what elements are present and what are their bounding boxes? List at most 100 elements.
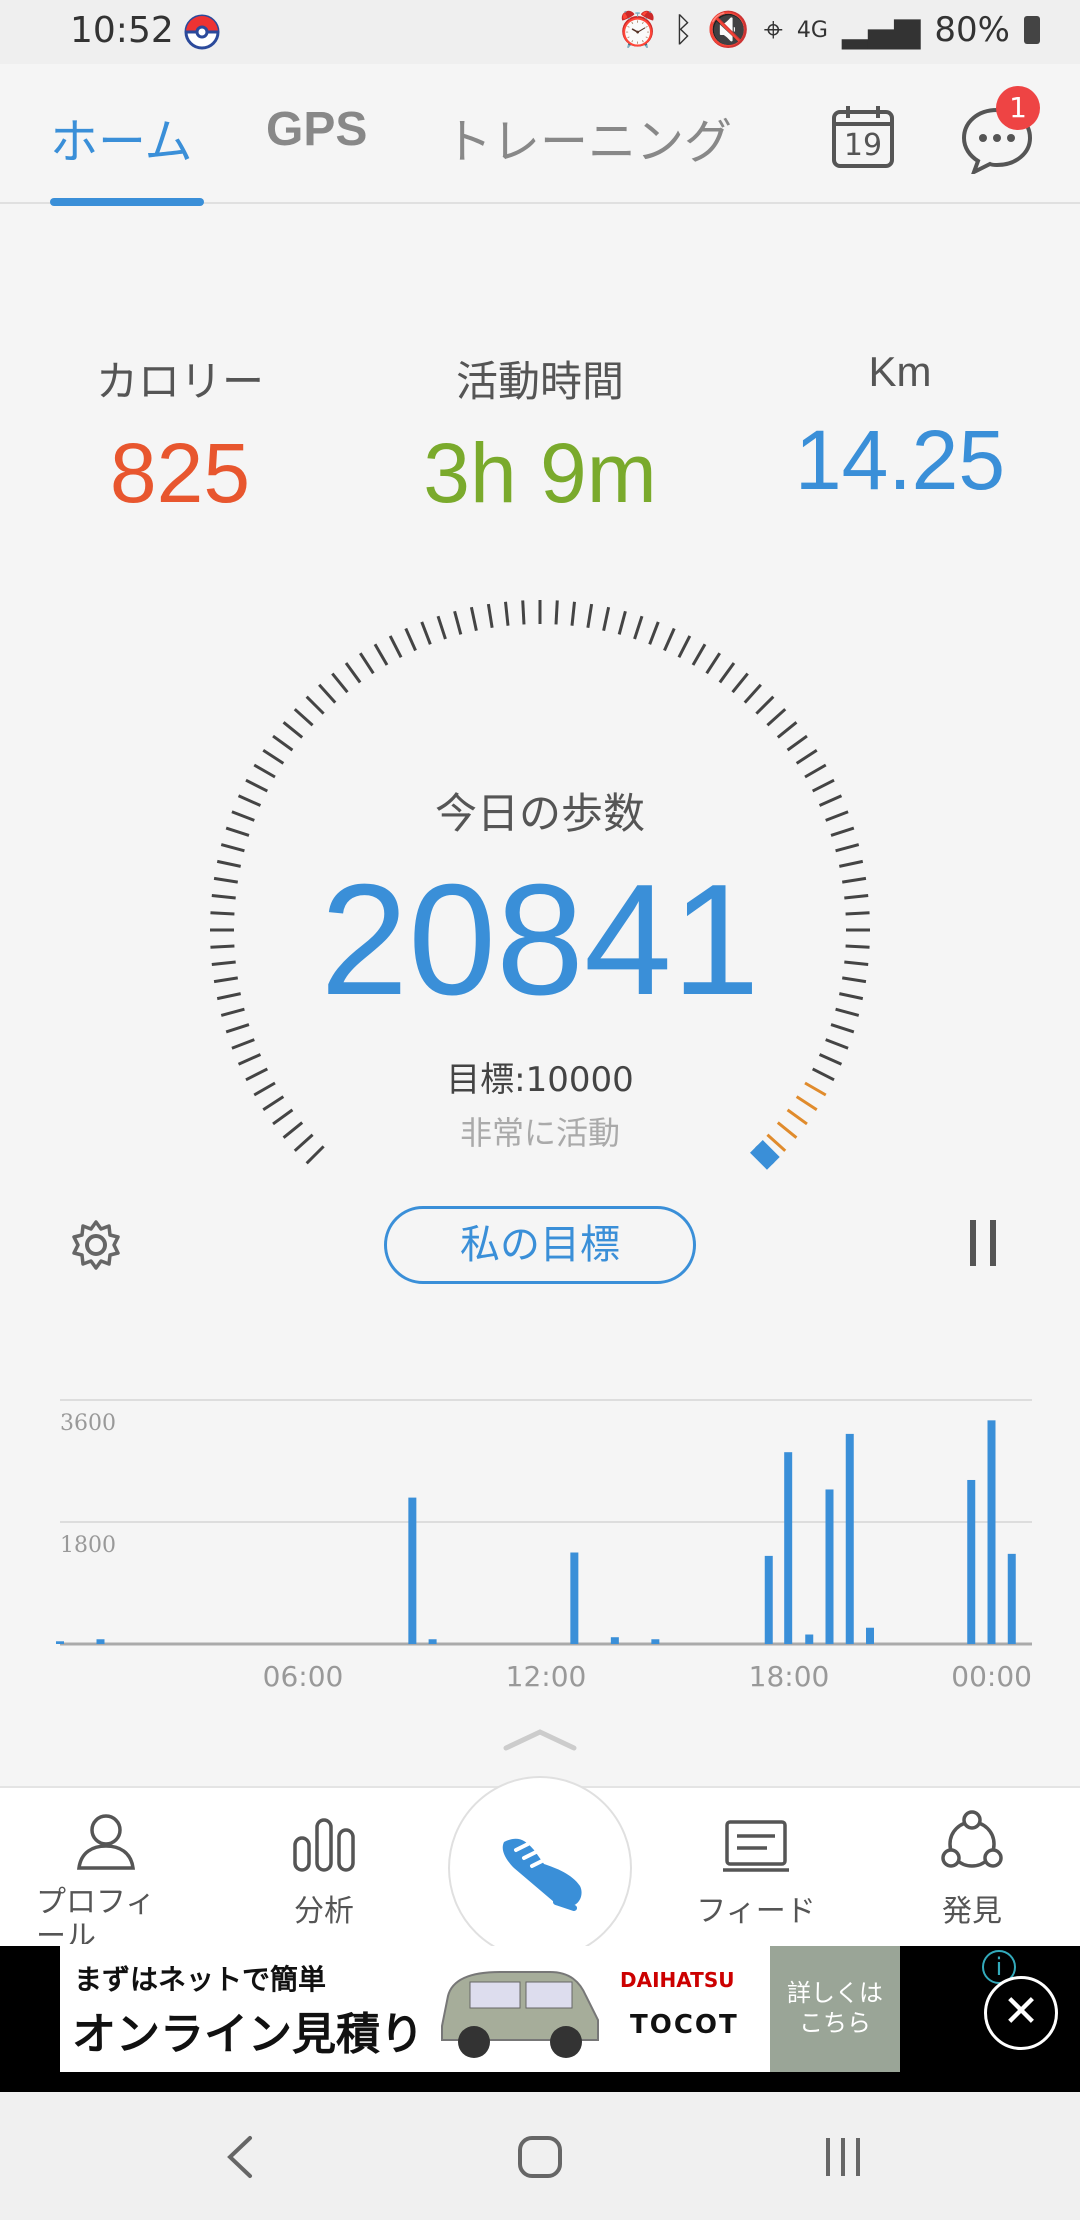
calories-label: カロリー <box>95 357 264 406</box>
nav-discover[interactable]: 発見 <box>882 1808 1062 1930</box>
network-type: 4G <box>796 17 828 43</box>
battery-icon <box>1024 16 1040 44</box>
chart-bar <box>987 1420 996 1644</box>
gauge-tick <box>373 643 389 666</box>
pokeball-icon <box>184 14 220 50</box>
recent-apps-icon[interactable] <box>818 2132 868 2182</box>
feed-icon <box>723 1820 789 1872</box>
chart-bar <box>805 1634 814 1644</box>
gauge-tick <box>216 992 241 1001</box>
gauge-tick <box>213 976 239 984</box>
gauge-tick <box>213 876 239 884</box>
tab-gps[interactable]: GPS <box>266 102 367 157</box>
ad-model: TOCOT <box>630 2010 739 2040</box>
gauge-tick <box>231 1038 255 1050</box>
gauge-tick <box>344 662 362 684</box>
nav-profile[interactable]: プロフィール <box>16 1808 196 1944</box>
ad-banner[interactable]: まずはネットで簡単 オンライン見積り DAIHATSU TOCOT 詳しくは こ… <box>60 1946 900 2072</box>
bluetooth-icon: ᛒ <box>673 10 694 50</box>
gauge-tick <box>845 944 870 949</box>
gauge-tick <box>705 652 721 675</box>
status-time: 10:52 <box>70 10 174 51</box>
tab-home[interactable]: ホーム <box>50 102 193 172</box>
messages-button[interactable]: 1 <box>960 86 1040 177</box>
chevron-up-icon[interactable] <box>500 1724 580 1754</box>
active-time-value: 3h 9m <box>423 426 657 520</box>
chart-bar <box>570 1552 579 1644</box>
chart-bar <box>967 1479 976 1644</box>
discover-icon <box>941 1810 1003 1868</box>
x-tick-label: 12:00 <box>506 1660 587 1693</box>
nav-profile-label: プロフィール <box>36 1886 156 1944</box>
nav-walk-button[interactable] <box>448 1776 632 1960</box>
steps-count: 20841 <box>320 852 760 1028</box>
ad-cta[interactable]: 詳しくは こちら <box>770 1946 900 2072</box>
gauge-tick <box>420 621 432 645</box>
calories-stat: カロリー 825 <box>30 348 330 522</box>
gauge-tick <box>504 601 510 626</box>
ad-title: オンライン見積り <box>72 2009 424 2060</box>
x-tick-label: 00:00 <box>951 1660 1032 1693</box>
chart-bar <box>1007 1553 1016 1644</box>
gauge-tick <box>486 603 494 629</box>
nav-analysis[interactable]: 分析 <box>234 1808 414 1930</box>
gauge-tick <box>633 615 644 640</box>
gauge-tick <box>844 960 869 966</box>
active-time-label: 活動時間 <box>455 357 624 406</box>
gauge-tick <box>210 911 235 916</box>
gauge-tick <box>216 859 241 868</box>
distance-value: 14.25 <box>794 413 1006 507</box>
gauge-tick <box>743 683 762 704</box>
gauge-tick <box>318 683 337 704</box>
gauge-tick <box>469 606 478 631</box>
settings-gear-icon[interactable] <box>70 1219 122 1271</box>
gauge-tick <box>586 603 594 629</box>
ad-headline: まずはネットで簡単 <box>74 1963 327 1996</box>
gauge-tick <box>776 721 798 739</box>
gauge-tick <box>663 627 676 652</box>
home-icon[interactable] <box>514 2132 566 2182</box>
gauge-tick <box>841 976 867 984</box>
ad-cta-text: 詳しくは こちら <box>787 1979 883 2037</box>
nav-feed-label: フィード <box>696 1894 816 1929</box>
nav-feed[interactable]: フィード <box>666 1808 846 1930</box>
car-image <box>441 1971 599 2058</box>
chart-bar <box>96 1639 105 1644</box>
gauge-tick <box>262 749 285 765</box>
gauge-tick <box>804 763 827 779</box>
gauge-tick <box>388 635 403 659</box>
signal-icon: ▂▄▆ <box>841 10 921 50</box>
chart-bar <box>428 1639 437 1644</box>
gauge-tick <box>839 859 864 868</box>
calendar-button[interactable]: 19 <box>828 102 898 172</box>
tab-indicator <box>50 198 204 206</box>
gauge-tick <box>282 721 304 739</box>
gauge-tick <box>841 876 867 884</box>
hourly-steps-chart: 3600 1800 06:00 12:00 18:00 00:00 <box>56 1399 1032 1693</box>
tab-training[interactable]: トレーニング <box>444 102 732 172</box>
ad-close-button[interactable]: ✕ <box>984 1976 1058 2050</box>
gauge-tick <box>731 672 749 694</box>
bar-chart-icon <box>293 1818 355 1872</box>
message-badge: 1 <box>996 86 1040 130</box>
gauge-tick <box>845 911 870 916</box>
gauge-tick <box>521 600 526 625</box>
gauge-tick <box>825 1038 849 1050</box>
gauge-tick <box>210 944 235 949</box>
gauge-tick <box>755 695 775 715</box>
gauge-tick <box>293 708 314 727</box>
back-icon[interactable] <box>220 2132 260 2182</box>
chart-bar <box>784 1452 793 1644</box>
gauge-tick <box>602 606 611 631</box>
distance-label: Km <box>868 348 932 395</box>
my-goal-button[interactable]: 私の目標 <box>384 1206 696 1284</box>
pause-button[interactable] <box>966 1220 1002 1266</box>
system-nav-bar <box>0 2092 1080 2220</box>
mute-icon: 🔇 <box>707 10 750 50</box>
steps-title: 今日の歩数 <box>434 789 645 838</box>
gauge-tick <box>718 662 736 684</box>
chart-bar <box>408 1497 417 1644</box>
calendar-day: 19 <box>843 128 883 163</box>
activity-level: 非常に活動 <box>459 1114 620 1152</box>
chart-bar <box>764 1555 773 1644</box>
